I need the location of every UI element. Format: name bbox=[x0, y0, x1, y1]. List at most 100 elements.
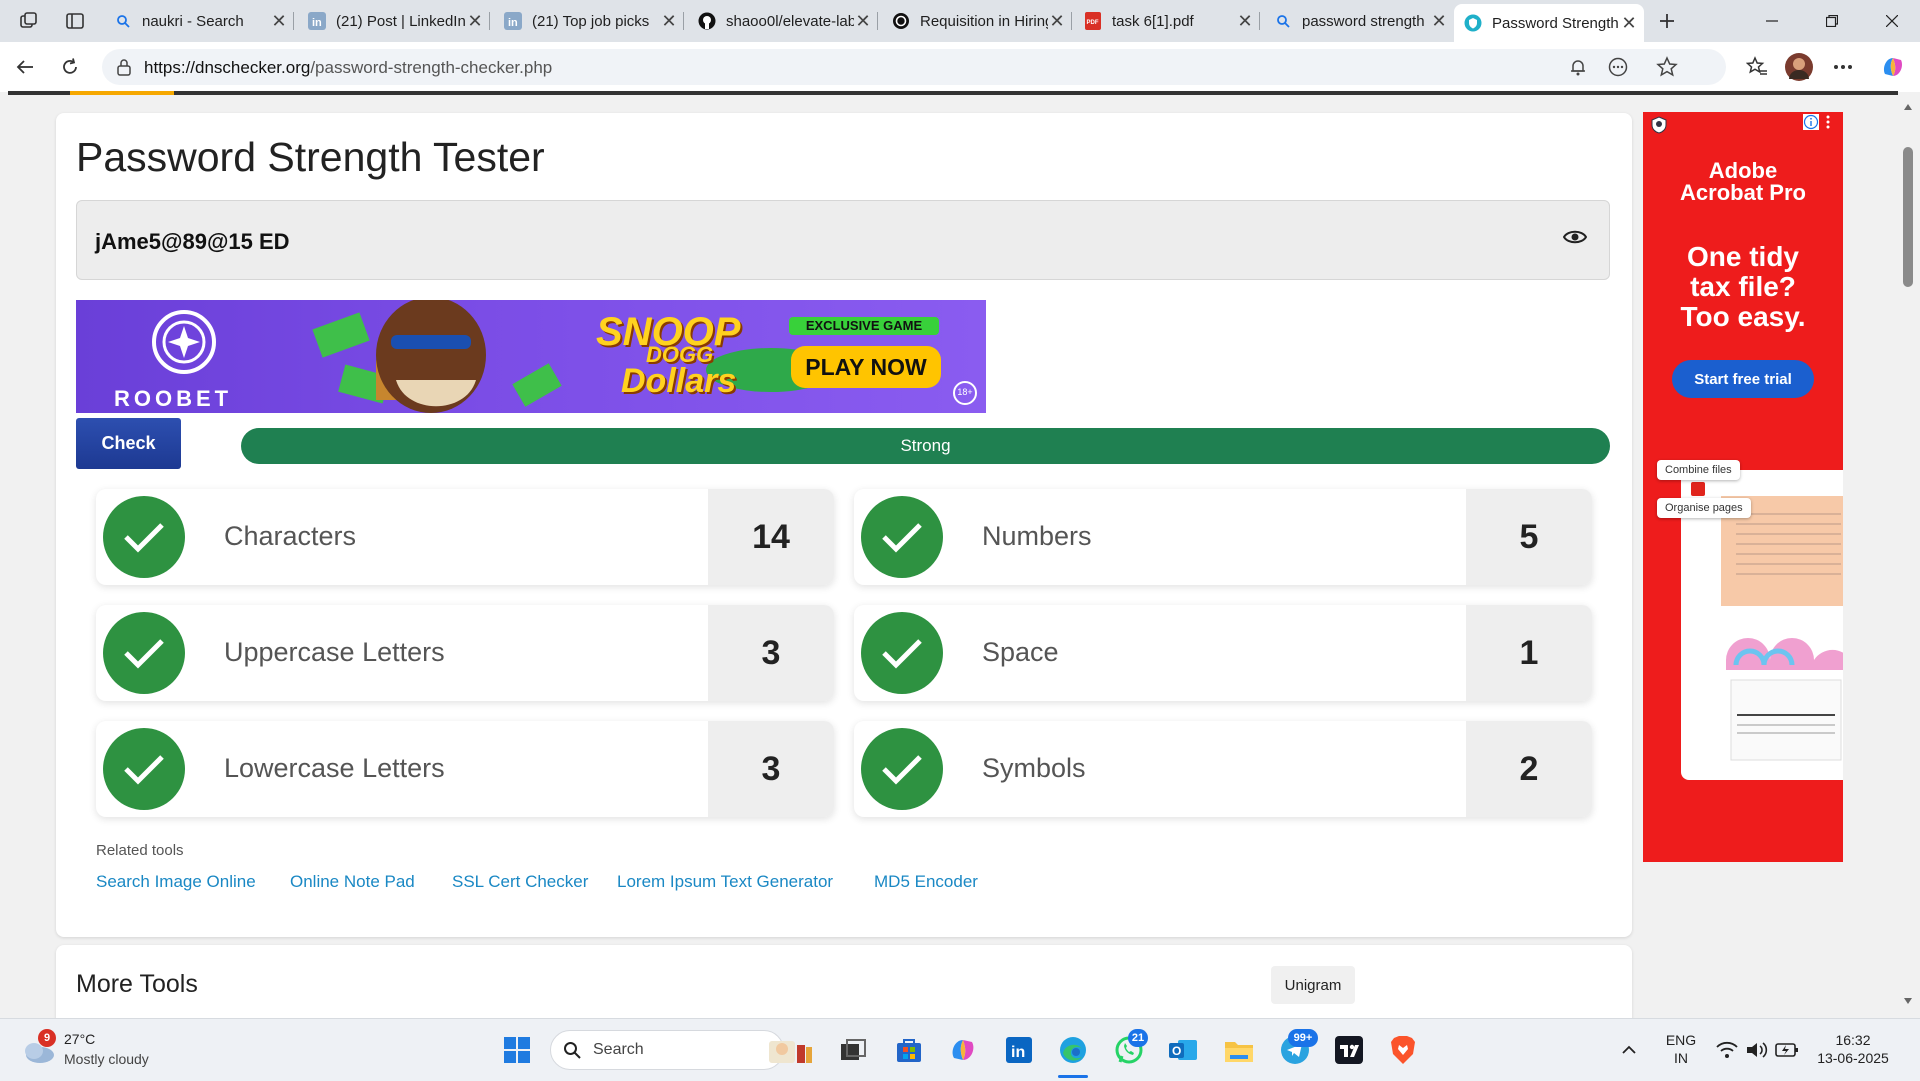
wifi-icon[interactable] bbox=[1710, 1033, 1744, 1067]
bell-icon[interactable] bbox=[1570, 58, 1586, 76]
related-link-md5[interactable]: MD5 Encoder bbox=[874, 872, 978, 892]
taskbar-search-box[interactable]: Search bbox=[550, 1030, 812, 1070]
password-value: jAme5@89@15 ED bbox=[95, 229, 290, 254]
tab-naukri-search[interactable]: naukri - Search ✕ bbox=[104, 4, 294, 38]
related-link-lorem-ipsum[interactable]: Lorem Ipsum Text Generator bbox=[617, 872, 833, 892]
roobet-banner-ad[interactable]: ROOBET SNOOP DOGG Dollars EXCLUSIVE GAME… bbox=[76, 300, 986, 413]
volume-icon[interactable] bbox=[1740, 1033, 1774, 1067]
adobe-side-ad[interactable]: Adobe Acrobat Pro One tidy tax file? Too ea… bbox=[1643, 112, 1843, 862]
page-load-bar bbox=[8, 91, 1898, 95]
minimize-icon[interactable] bbox=[1752, 6, 1792, 36]
windows-taskbar: 9 27°C Mostly cloudy Search in 21 O 99+ … bbox=[0, 1018, 1920, 1081]
whatsapp-badge: 21 bbox=[1128, 1029, 1148, 1047]
lang-line-2: IN bbox=[1674, 1050, 1688, 1066]
metric-label: Space bbox=[982, 637, 1059, 667]
tab-requisition[interactable]: Requisition in Hiring ✕ bbox=[882, 4, 1072, 38]
show-hidden-icons-chevron[interactable] bbox=[1612, 1033, 1646, 1067]
edge-taskbar-icon[interactable] bbox=[1056, 1033, 1090, 1067]
tab-title: (21) Top job picks bbox=[532, 12, 650, 30]
ad-brand: Adobe Acrobat Pro bbox=[1643, 160, 1843, 204]
refresh-icon[interactable] bbox=[55, 52, 85, 82]
favorites-icon[interactable] bbox=[1742, 52, 1772, 82]
tab-github[interactable]: shaoo0l/elevate-lab ✕ bbox=[688, 4, 878, 38]
svg-text:in: in bbox=[508, 17, 518, 29]
show-password-eye-icon[interactable] bbox=[1563, 229, 1587, 245]
outlook-taskbar-icon[interactable]: O bbox=[1166, 1033, 1200, 1067]
workspaces-icon[interactable] bbox=[18, 10, 40, 32]
ad-headline-line-3: Too easy. bbox=[1680, 301, 1806, 332]
check-button[interactable]: Check bbox=[76, 418, 181, 469]
settings-menu-icon[interactable] bbox=[1828, 52, 1858, 82]
microsoft-store-icon[interactable] bbox=[892, 1033, 926, 1067]
favorite-star-icon[interactable] bbox=[1656, 56, 1678, 78]
restore-icon[interactable] bbox=[1812, 6, 1852, 36]
weather-temp[interactable]: 27°C bbox=[64, 1031, 95, 1047]
tab-pdf[interactable]: PDF task 6[1].pdf ✕ bbox=[1074, 4, 1260, 38]
tradingview-icon[interactable] bbox=[1332, 1033, 1366, 1067]
more-actions-icon[interactable] bbox=[1608, 57, 1628, 77]
tab-title: naukri - Search bbox=[142, 12, 244, 30]
scrollbar-thumb[interactable] bbox=[1903, 147, 1913, 287]
url-path: /password-strength-checker.php bbox=[310, 58, 553, 77]
banner-play-now[interactable]: PLAY NOW bbox=[791, 354, 941, 381]
metric-lowercase: Lowercase Letters 3 bbox=[96, 721, 834, 817]
close-tab-icon[interactable]: ✕ bbox=[660, 11, 678, 32]
file-explorer-icon[interactable] bbox=[1222, 1033, 1256, 1067]
metric-uppercase: Uppercase Letters 3 bbox=[96, 605, 834, 701]
scroll-down-arrow-icon[interactable] bbox=[1903, 997, 1913, 1005]
checkmark-icon bbox=[103, 728, 185, 810]
search-icon bbox=[114, 12, 132, 30]
unigram-chip[interactable]: Unigram bbox=[1271, 966, 1355, 1004]
related-link-ssl-checker[interactable]: SSL Cert Checker bbox=[452, 872, 588, 892]
close-tab-icon[interactable]: ✕ bbox=[466, 11, 484, 32]
metric-value: 14 bbox=[708, 489, 834, 585]
tab-password-search[interactable]: password strength ✕ bbox=[1264, 4, 1454, 38]
vertical-tabs-icon[interactable] bbox=[64, 10, 86, 32]
copilot-icon[interactable] bbox=[1878, 52, 1908, 82]
close-tab-icon[interactable]: ✕ bbox=[1236, 11, 1254, 32]
close-tab-icon[interactable]: ✕ bbox=[270, 11, 288, 32]
close-tab-icon[interactable]: ✕ bbox=[1430, 11, 1448, 32]
search-highlight-icon bbox=[767, 1037, 813, 1065]
related-link-search-image[interactable]: Search Image Online bbox=[96, 872, 256, 892]
address-bar[interactable]: https://dnschecker.org/password-strength… bbox=[102, 49, 1726, 85]
brave-browser-icon[interactable] bbox=[1386, 1033, 1420, 1067]
page-scrollbar[interactable] bbox=[1896, 95, 1920, 1015]
weather-desc[interactable]: Mostly cloudy bbox=[64, 1051, 149, 1067]
tab-linkedin-post[interactable]: in (21) Post | LinkedIn ✕ bbox=[298, 4, 490, 38]
new-tab-icon[interactable] bbox=[1656, 10, 1678, 32]
password-input[interactable]: jAme5@89@15 ED bbox=[76, 200, 1610, 280]
linkedin-icon: in bbox=[504, 12, 522, 30]
clock[interactable]: 16:32 13-06-2025 bbox=[1810, 1031, 1896, 1067]
ad-headline-line-2: tax file? bbox=[1690, 271, 1796, 302]
page-title: Password Strength Tester bbox=[76, 134, 545, 180]
metric-label: Characters bbox=[224, 521, 357, 551]
close-tab-icon[interactable]: ✕ bbox=[1620, 13, 1638, 34]
linkedin-taskbar-icon[interactable]: in bbox=[1002, 1033, 1036, 1067]
tab-password-strength[interactable]: Password Strength ✕ bbox=[1454, 4, 1644, 42]
scroll-up-arrow-icon[interactable] bbox=[1903, 103, 1913, 111]
battery-icon[interactable] bbox=[1770, 1033, 1804, 1067]
site-info-icon[interactable] bbox=[116, 58, 132, 76]
profile-avatar[interactable] bbox=[1784, 52, 1814, 82]
ad-start-trial-button[interactable]: Start free trial bbox=[1672, 360, 1814, 398]
back-icon[interactable] bbox=[10, 52, 40, 82]
ad-pill-combine: Combine files bbox=[1657, 460, 1740, 480]
close-window-icon[interactable] bbox=[1872, 6, 1912, 36]
metric-value: 3 bbox=[708, 605, 834, 701]
pdf-icon: PDF bbox=[1084, 12, 1102, 30]
copilot-taskbar-icon[interactable] bbox=[946, 1033, 980, 1067]
close-tab-icon[interactable]: ✕ bbox=[854, 11, 872, 32]
windows-start-icon[interactable] bbox=[500, 1033, 534, 1067]
ad-pill-organise: Organise pages bbox=[1657, 498, 1751, 518]
browser-tab-strip: naukri - Search ✕ in (21) Post | LinkedI… bbox=[0, 0, 1920, 42]
close-tab-icon[interactable]: ✕ bbox=[1048, 11, 1066, 32]
language-indicator[interactable]: ENG IN bbox=[1664, 1031, 1698, 1067]
ad-options-icon[interactable] bbox=[1825, 115, 1831, 129]
metric-label: Uppercase Letters bbox=[224, 637, 445, 667]
task-view-icon[interactable] bbox=[836, 1033, 870, 1067]
related-link-note-pad[interactable]: Online Note Pad bbox=[290, 872, 415, 892]
tab-linkedin-jobs[interactable]: in (21) Top job picks ✕ bbox=[494, 4, 684, 38]
banner-age: 18+ bbox=[957, 387, 973, 397]
ad-info-icon[interactable] bbox=[1803, 114, 1819, 130]
